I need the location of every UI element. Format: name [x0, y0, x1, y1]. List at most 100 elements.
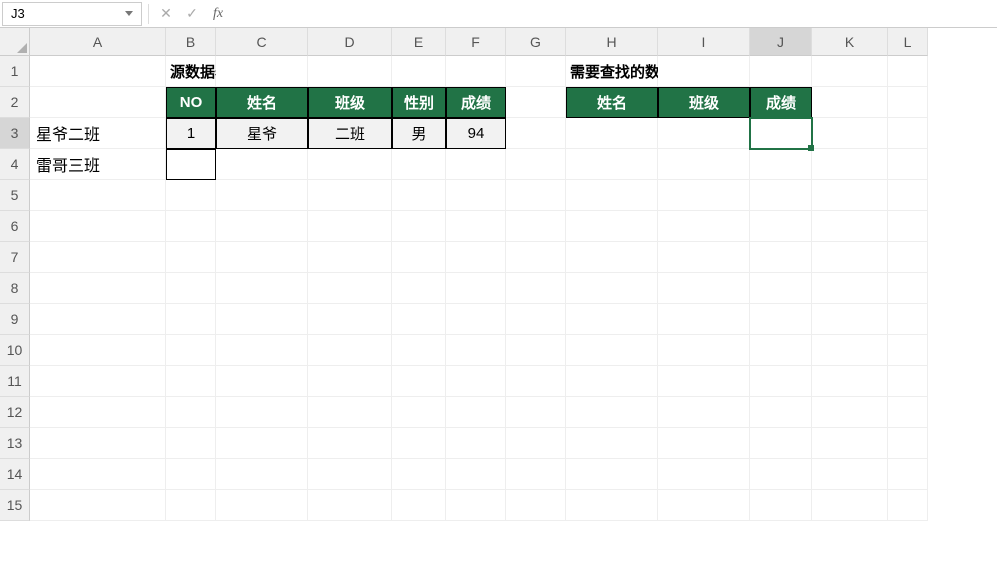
cell-F14[interactable]: [446, 459, 506, 490]
cell-I14[interactable]: [658, 459, 750, 490]
cell-I2[interactable]: 班级: [658, 87, 750, 118]
col-header-G[interactable]: G: [506, 28, 566, 56]
cell-A10[interactable]: [30, 335, 166, 366]
cell-D8[interactable]: [308, 273, 392, 304]
cell-H6[interactable]: [566, 211, 658, 242]
row-header-12[interactable]: 12: [0, 397, 30, 428]
cell-B7[interactable]: [166, 242, 216, 273]
cell-D12[interactable]: [308, 397, 392, 428]
cell-A6[interactable]: [30, 211, 166, 242]
cell-I5[interactable]: [658, 180, 750, 211]
cell-G1[interactable]: [506, 56, 566, 87]
cell-L2[interactable]: [888, 87, 928, 118]
cell-B10[interactable]: [166, 335, 216, 366]
cell-K11[interactable]: [812, 366, 888, 397]
cell-D1[interactable]: [308, 56, 392, 87]
col-header-L[interactable]: L: [888, 28, 928, 56]
col-header-F[interactable]: F: [446, 28, 506, 56]
cell-E8[interactable]: [392, 273, 446, 304]
cell-C1[interactable]: [216, 56, 308, 87]
cell-E3[interactable]: 男: [392, 118, 446, 149]
cell-K12[interactable]: [812, 397, 888, 428]
cell-H15[interactable]: [566, 490, 658, 521]
cell-J8[interactable]: [750, 273, 812, 304]
cell-F2[interactable]: 成绩: [446, 87, 506, 118]
cell-F4[interactable]: [446, 149, 506, 180]
cell-K6[interactable]: [812, 211, 888, 242]
cell-J6[interactable]: [750, 211, 812, 242]
cell-A5[interactable]: [30, 180, 166, 211]
cell-F7[interactable]: [446, 242, 506, 273]
cell-J9[interactable]: [750, 304, 812, 335]
col-header-E[interactable]: E: [392, 28, 446, 56]
cell-I6[interactable]: [658, 211, 750, 242]
cell-H10[interactable]: [566, 335, 658, 366]
cell-B15[interactable]: [166, 490, 216, 521]
col-header-I[interactable]: I: [658, 28, 750, 56]
cell-H13[interactable]: [566, 428, 658, 459]
cell-E5[interactable]: [392, 180, 446, 211]
cell-F13[interactable]: [446, 428, 506, 459]
cell-D11[interactable]: [308, 366, 392, 397]
chevron-down-icon[interactable]: [125, 11, 133, 16]
cell-C13[interactable]: [216, 428, 308, 459]
cell-G11[interactable]: [506, 366, 566, 397]
cell-G4[interactable]: [506, 149, 566, 180]
cell-C11[interactable]: [216, 366, 308, 397]
cell-I10[interactable]: [658, 335, 750, 366]
cell-J14[interactable]: [750, 459, 812, 490]
cell-G5[interactable]: [506, 180, 566, 211]
cell-E13[interactable]: [392, 428, 446, 459]
col-header-H[interactable]: H: [566, 28, 658, 56]
cell-F5[interactable]: [446, 180, 506, 211]
cell-E9[interactable]: [392, 304, 446, 335]
cell-C14[interactable]: [216, 459, 308, 490]
col-header-K[interactable]: K: [812, 28, 888, 56]
cell-C2[interactable]: 姓名: [216, 87, 308, 118]
cell-F12[interactable]: [446, 397, 506, 428]
cell-G3[interactable]: [506, 118, 566, 149]
cell-H5[interactable]: [566, 180, 658, 211]
cell-I4[interactable]: [658, 149, 750, 180]
cell-A1[interactable]: [30, 56, 166, 87]
cell-I11[interactable]: [658, 366, 750, 397]
cell-L7[interactable]: [888, 242, 928, 273]
cell-F9[interactable]: [446, 304, 506, 335]
cell-C15[interactable]: [216, 490, 308, 521]
cell-L6[interactable]: [888, 211, 928, 242]
cell-F15[interactable]: [446, 490, 506, 521]
cell-D10[interactable]: [308, 335, 392, 366]
cell-H1[interactable]: 需要查找的数据: [566, 56, 658, 87]
cell-B12[interactable]: [166, 397, 216, 428]
cell-K14[interactable]: [812, 459, 888, 490]
cell-B14[interactable]: [166, 459, 216, 490]
cell-J13[interactable]: [750, 428, 812, 459]
cell-G13[interactable]: [506, 428, 566, 459]
cell-K13[interactable]: [812, 428, 888, 459]
select-all-corner[interactable]: [0, 28, 30, 56]
cell-E12[interactable]: [392, 397, 446, 428]
cell-D9[interactable]: [308, 304, 392, 335]
cell-B5[interactable]: [166, 180, 216, 211]
cell-A12[interactable]: [30, 397, 166, 428]
cell-C3[interactable]: 星爷: [216, 118, 308, 149]
cell-K2[interactable]: [812, 87, 888, 118]
cell-J7[interactable]: [750, 242, 812, 273]
cell-K4[interactable]: [812, 149, 888, 180]
row-header-6[interactable]: 6: [0, 211, 30, 242]
cell-F3[interactable]: 94: [446, 118, 506, 149]
cell-A14[interactable]: [30, 459, 166, 490]
cell-J5[interactable]: [750, 180, 812, 211]
col-header-B[interactable]: B: [166, 28, 216, 56]
cell-K8[interactable]: [812, 273, 888, 304]
cell-J2[interactable]: 成绩: [750, 87, 812, 118]
cell-A15[interactable]: [30, 490, 166, 521]
cell-G7[interactable]: [506, 242, 566, 273]
cell-J1[interactable]: [750, 56, 812, 87]
cell-E14[interactable]: [392, 459, 446, 490]
cell-H9[interactable]: [566, 304, 658, 335]
cell-B3[interactable]: 1: [166, 118, 216, 149]
row-header-2[interactable]: 2: [0, 87, 30, 118]
cell-E10[interactable]: [392, 335, 446, 366]
cell-A7[interactable]: [30, 242, 166, 273]
